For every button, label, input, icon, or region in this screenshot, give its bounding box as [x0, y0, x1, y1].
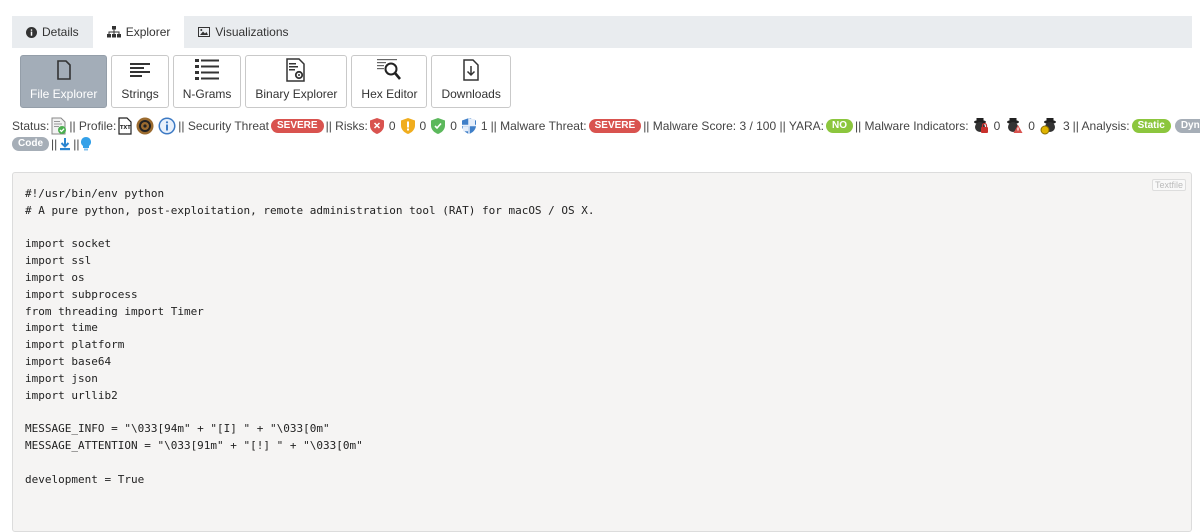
lightbulb-icon[interactable] [81, 137, 92, 151]
download-arrow-icon[interactable] [59, 137, 71, 151]
tab-explorer[interactable]: Explorer [92, 16, 185, 48]
risk-count-info: 1 [480, 119, 488, 133]
binary-file-gear-icon [286, 57, 306, 83]
info-badge-icon [158, 117, 176, 135]
indicator-count-2: 0 [1028, 119, 1035, 133]
explorer-toolbar: File Explorer Strings N-Grams Binary Exp… [20, 55, 511, 108]
red-shield-icon [369, 118, 384, 134]
separator: || [73, 137, 80, 151]
status-label: Status: [12, 119, 50, 133]
code-content: #!/usr/bin/env python # A pure python, p… [25, 187, 595, 486]
yellow-shield-icon [400, 118, 415, 134]
tab-label: Explorer [125, 25, 171, 39]
svg-text:TXT: TXT [120, 125, 131, 131]
security-threat-badge: SEVERE [271, 119, 324, 133]
spy-coin-icon [1040, 117, 1058, 135]
image-icon [198, 27, 211, 37]
file-explorer-button[interactable]: File Explorer [20, 55, 108, 108]
blue-shield-icon [461, 118, 476, 134]
document-check-icon [51, 117, 67, 135]
risks-label: || Risks: [325, 119, 368, 133]
textfile-button[interactable]: Textfile [1151, 179, 1186, 191]
tab-bar: Details Explorer Visualizations [12, 16, 1192, 48]
tab-details[interactable]: Details [12, 16, 93, 48]
security-threat-label: || Security Threat [178, 119, 269, 133]
strings-label: Strings [121, 87, 159, 101]
spy-lock-icon [971, 117, 989, 135]
green-shield-icon [431, 118, 446, 134]
downloads-button[interactable]: Downloads [431, 55, 511, 108]
malware-score-label: || Malware Score: 3 / 100 || YARA: [643, 119, 824, 133]
tab-label: Details [42, 25, 79, 39]
analysis-label: || Analysis: [1072, 119, 1130, 133]
profile-label: || Profile: [69, 119, 117, 133]
malware-threat-badge: SEVERE [588, 119, 642, 133]
hex-editor-button[interactable]: Hex Editor [351, 55, 428, 108]
indicator-count-3: 3 [1062, 119, 1070, 133]
separator: || [51, 137, 58, 151]
indicator-count-1: 0 [993, 119, 1001, 133]
status-bar: Status: || Profile: TXT || Security Thre… [12, 117, 1200, 152]
hex-editor-label: Hex Editor [361, 87, 418, 101]
text-lines-icon [130, 57, 151, 83]
tab-label: Visualizations [215, 25, 289, 39]
biohazard-icon [136, 117, 154, 135]
download-file-icon [463, 57, 479, 83]
risk-count-medium: 0 [419, 119, 427, 133]
analysis-static-badge[interactable]: Static [1131, 119, 1171, 133]
malware-threat-label: || Malware Threat: [490, 119, 587, 133]
risk-count-high: 0 [388, 119, 396, 133]
malware-indicators-label: || Malware Indicators: [854, 119, 969, 133]
txt-file-icon: TXT [118, 117, 132, 135]
sitemap-icon [106, 26, 121, 38]
tab-visualizations[interactable]: Visualizations [184, 16, 302, 48]
ngrams-button[interactable]: N-Grams [172, 55, 242, 108]
risk-count-low: 0 [450, 119, 457, 133]
file-content-panel: Textfile #!/usr/bin/env python # A pure … [12, 172, 1192, 532]
analysis-code-badge[interactable]: Code [12, 137, 49, 151]
analysis-dynamic-badge[interactable]: Dynamic [1174, 119, 1200, 133]
downloads-label: Downloads [441, 87, 501, 101]
binary-explorer-button[interactable]: Binary Explorer [245, 55, 348, 108]
ngrams-label: N-Grams [182, 87, 232, 101]
strings-button[interactable]: Strings [111, 55, 169, 108]
yara-badge: NO [825, 119, 853, 133]
file-explorer-label: File Explorer [30, 87, 98, 101]
list-icon [195, 57, 220, 83]
file-icon [56, 57, 71, 83]
info-circle-icon [26, 26, 37, 38]
spy-warning-icon [1005, 117, 1023, 135]
binary-explorer-label: Binary Explorer [255, 87, 338, 101]
hex-magnifier-icon [377, 57, 402, 83]
